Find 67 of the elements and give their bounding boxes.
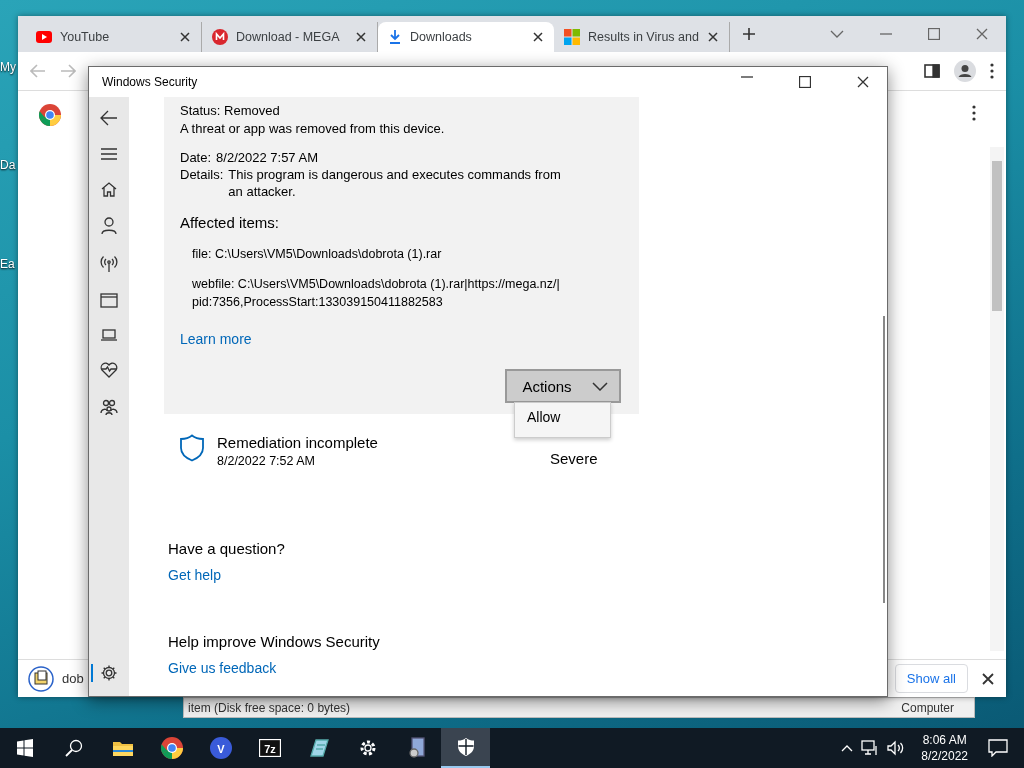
scrollbar[interactable] (883, 316, 885, 603)
browser-tab[interactable]: Download - MEGA (202, 22, 378, 52)
media-file-icon[interactable] (407, 737, 426, 759)
feedback-link[interactable]: Give us feedback (168, 660, 277, 676)
shield-icon[interactable] (456, 737, 475, 757)
side-panel-icon[interactable] (924, 64, 940, 78)
menu-item[interactable]: Allow (527, 409, 610, 425)
video-play-icon (36, 31, 52, 43)
show-all-button[interactable]: Show all (894, 664, 968, 693)
chevron-down-icon[interactable] (830, 30, 844, 38)
close-icon[interactable] (179, 31, 191, 43)
download-icon (388, 29, 402, 45)
scrollbar[interactable] (990, 147, 1004, 651)
close-icon[interactable] (857, 76, 869, 88)
location-text: Computer (901, 700, 954, 715)
letter-circle-icon[interactable]: V (209, 737, 232, 759)
download-file-name[interactable]: dob (62, 671, 84, 686)
chrome-logo-icon[interactable] (159, 736, 184, 760)
window-title: Windows Security (102, 75, 198, 89)
profile-avatar-icon[interactable] (954, 60, 976, 82)
threat-date: 8/2/2022 7:52 AM (217, 454, 316, 468)
four-squares-icon (564, 29, 580, 45)
affected-item-text: file: C:\Users\VM5\Downloads\dobrota (1).rar (191, 246, 443, 263)
chevron-down-icon (591, 381, 608, 391)
browser-tab[interactable]: Results in Virus and (554, 22, 730, 52)
kebab-menu-icon[interactable] (972, 105, 976, 121)
threat-title[interactable]: Remediation incomplete (217, 434, 550, 451)
summary-text: A threat or app was removed from this device. (180, 120, 446, 137)
maximize-icon[interactable] (799, 76, 811, 88)
settings-icon[interactable] (91, 664, 118, 682)
status-text: Status: Removed (180, 103, 281, 118)
m-logo-icon (212, 29, 228, 45)
chevron-up-icon[interactable] (841, 744, 854, 752)
actions-dropdown[interactable]: Actions (505, 369, 621, 403)
notification-icon[interactable] (988, 739, 1008, 757)
archive-file-icon[interactable] (28, 665, 54, 692)
tilted-pad-icon[interactable] (307, 738, 330, 758)
date-value: 8/2/2022 7:57 AM (216, 149, 319, 166)
details-label: Details: (180, 166, 224, 184)
windows-logo-icon[interactable] (15, 739, 34, 757)
close-icon[interactable] (707, 31, 719, 43)
kebab-menu-icon[interactable] (990, 63, 994, 79)
search-icon[interactable] (64, 739, 83, 757)
network-icon[interactable] (861, 740, 880, 756)
feedback-heading: Help improve Windows Security (168, 633, 381, 650)
clock-date[interactable]: 8/2/2022 (921, 748, 968, 764)
status-text: item (Disk free space: 0 bytes) (188, 700, 351, 715)
get-help-link[interactable]: Get help (168, 567, 221, 583)
close-icon[interactable] (532, 31, 544, 43)
date-label: Date: (180, 149, 212, 166)
volume-icon[interactable] (887, 740, 906, 756)
close-icon[interactable] (982, 672, 994, 685)
affected-item-text: webfile: C:\Users\VM5\Downloads\dobrota (1).rar|https://mega.nz/| pid:7356,ProcessStart:133039150411882583 (191, 276, 561, 311)
learn-more-link[interactable]: Learn more (180, 331, 252, 347)
browser-tab[interactable]: Downloads (378, 22, 554, 52)
section-heading: Affected items: (180, 214, 280, 231)
close-icon[interactable] (355, 31, 367, 43)
help-heading: Have a question? (168, 540, 286, 557)
browser-tab[interactable]: YouTube (26, 22, 202, 52)
letter-box-icon[interactable]: 7z (258, 739, 281, 757)
folder-icon[interactable] (111, 739, 134, 757)
plus-icon[interactable] (742, 27, 756, 41)
shield-icon (179, 434, 205, 462)
chrome-logo-icon (38, 103, 62, 127)
severity-text: Severe (550, 450, 598, 467)
details-value: This program is dangerous and executes commands from an attacker. (228, 166, 562, 200)
clock-time[interactable]: 8:06 AM (921, 732, 968, 748)
